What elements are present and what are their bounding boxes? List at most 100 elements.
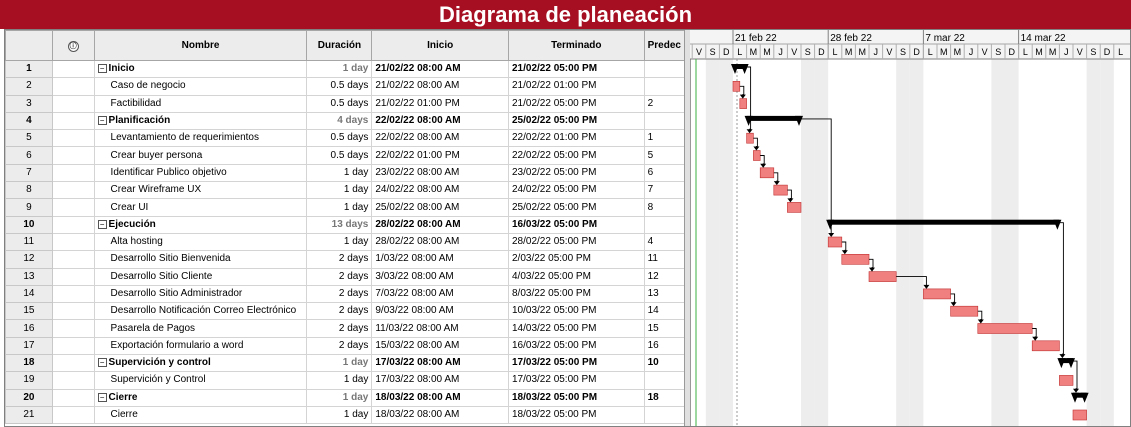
summary-task-row[interactable]: 10− Ejecución 13 days 28/02/22 08:00 AM 16/0… — [5, 215, 686, 234]
task-name-cell[interactable]: Desarrollo Sitio Administrador — [93, 284, 308, 304]
task-duration[interactable]: 2 days — [306, 319, 373, 338]
summary-task-row[interactable]: 20− Cierre 1 day 18/03/22 08:00 AM 18/03/22 … — [5, 388, 686, 407]
task-row[interactable]: 3 Factibilidad 0.5 days 21/02/22 01:00 PM 21… — [5, 94, 686, 113]
task-name-cell[interactable]: Alta hosting — [93, 232, 308, 252]
task-finish[interactable]: 18/03/22 05:00 PM — [507, 405, 645, 425]
task-name-cell[interactable]: Pasarela de Pagos — [93, 319, 308, 338]
collapse-toggle-icon[interactable]: − — [97, 115, 107, 125]
task-duration[interactable]: 2 days — [306, 302, 373, 321]
task-finish[interactable]: 21/02/22 05:00 PM — [507, 94, 645, 113]
task-finish[interactable]: 28/02/22 05:00 PM — [507, 232, 645, 252]
summary-task-row[interactable]: 4− Planificación 4 days 22/02/22 08:00 AM 25… — [5, 111, 686, 131]
task-name-cell[interactable]: − Inicio — [93, 59, 308, 79]
task-start[interactable]: 24/02/22 08:00 AM — [371, 181, 509, 200]
collapse-toggle-icon[interactable]: − — [97, 392, 107, 402]
task-row[interactable]: 15 Desarrollo Notificación Correo Electró… — [5, 302, 686, 321]
task-row[interactable]: 17 Exportación formulario a word 2 days 15/… — [5, 336, 686, 356]
task-predecessors[interactable]: 16 — [643, 336, 686, 356]
task-start[interactable]: 21/02/22 01:00 PM — [371, 94, 509, 113]
row-id[interactable]: 10 — [5, 215, 53, 234]
task-name-cell[interactable]: Exportación formulario a word — [93, 336, 308, 356]
task-start[interactable]: 28/02/22 08:00 AM — [371, 232, 509, 252]
task-predecessors[interactable]: 12 — [643, 267, 686, 286]
task-name-cell[interactable]: Supervición y Control — [93, 371, 308, 390]
task-row[interactable]: 2 Caso de negocio 0.5 days 21/02/22 08:00 A… — [5, 77, 686, 96]
task-start[interactable]: 22/02/22 08:00 AM — [371, 111, 509, 131]
task-predecessors[interactable]: 4 — [643, 232, 686, 252]
task-predecessors[interactable]: 8 — [643, 198, 686, 217]
task-start[interactable]: 28/02/22 08:00 AM — [371, 215, 509, 234]
task-start[interactable]: 18/03/22 08:00 AM — [371, 388, 509, 407]
task-predecessors[interactable]: 13 — [643, 284, 686, 304]
summary-task-row[interactable]: 1− Inicio 1 day 21/02/22 08:00 AM 21/02/22 0… — [5, 59, 686, 79]
col-header-id[interactable] — [5, 30, 53, 61]
row-id[interactable]: 12 — [5, 250, 53, 269]
row-id[interactable]: 17 — [5, 336, 53, 356]
task-start[interactable]: 7/03/22 08:00 AM — [371, 284, 509, 304]
task-name-cell[interactable]: Crear UI — [93, 198, 308, 217]
task-name-cell[interactable]: Levantamiento de requerimientos — [93, 129, 308, 148]
task-duration[interactable]: 2 days — [306, 250, 373, 269]
task-finish[interactable]: 14/03/22 05:00 PM — [507, 319, 645, 338]
col-header-finish[interactable]: Terminado — [507, 30, 645, 61]
task-finish[interactable]: 18/03/22 05:00 PM — [507, 388, 645, 407]
task-finish[interactable]: 24/02/22 05:00 PM — [507, 181, 645, 200]
task-predecessors[interactable]: 11 — [643, 250, 686, 269]
task-row[interactable]: 14 Desarrollo Sitio Administrador 2 days 7/… — [5, 284, 686, 304]
row-id[interactable]: 14 — [5, 284, 53, 304]
row-id[interactable]: 13 — [5, 267, 53, 286]
task-duration[interactable]: 1 day — [306, 163, 373, 183]
task-duration[interactable]: 1 day — [306, 59, 373, 79]
task-duration[interactable]: 4 days — [306, 111, 373, 131]
task-name-cell[interactable]: Crear Wireframe UX — [93, 181, 308, 200]
task-name-cell[interactable]: − Ejecución — [93, 215, 308, 234]
task-row[interactable]: 7 Identificar Publico objetivo 1 day 23/02/… — [5, 163, 686, 183]
task-name-cell[interactable]: Desarrollo Sitio Bienvenida — [93, 250, 308, 269]
task-name-cell[interactable]: Caso de negocio — [93, 77, 308, 96]
task-finish[interactable]: 2/03/22 05:00 PM — [507, 250, 645, 269]
row-id[interactable]: 2 — [5, 77, 53, 96]
task-name-cell[interactable]: Cierre — [93, 405, 308, 425]
task-start[interactable]: 11/03/22 08:00 AM — [371, 319, 509, 338]
task-start[interactable]: 17/03/22 08:00 AM — [371, 371, 509, 390]
task-row[interactable]: 21 Cierre 1 day 18/03/22 08:00 AM 18/03/22 0… — [5, 405, 686, 425]
task-start[interactable]: 22/02/22 08:00 AM — [371, 129, 509, 148]
task-finish[interactable]: 10/03/22 05:00 PM — [507, 302, 645, 321]
task-row[interactable]: 6 Crear buyer persona 0.5 days 22/02/22 01:… — [5, 146, 686, 165]
task-duration[interactable]: 0.5 days — [306, 94, 373, 113]
row-id[interactable]: 11 — [5, 232, 53, 252]
task-predecessors[interactable]: 10 — [643, 354, 686, 373]
task-predecessors[interactable]: 7 — [643, 181, 686, 200]
task-start[interactable]: 9/03/22 08:00 AM — [371, 302, 509, 321]
task-row[interactable]: 8 Crear Wireframe UX 1 day 24/02/22 08:00 A… — [5, 181, 686, 200]
task-start[interactable]: 25/02/22 08:00 AM — [371, 198, 509, 217]
task-name-cell[interactable]: Desarrollo Notificación Correo Electróni… — [93, 302, 308, 321]
task-predecessors[interactable] — [643, 215, 686, 234]
task-name-cell[interactable]: Desarrollo Sitio Cliente — [93, 267, 308, 286]
task-duration[interactable]: 1 day — [306, 405, 373, 425]
task-predecessors[interactable]: 1 — [643, 129, 686, 148]
task-finish[interactable]: 25/02/22 05:00 PM — [507, 111, 645, 131]
task-predecessors[interactable] — [643, 405, 686, 425]
task-predecessors[interactable]: 14 — [643, 302, 686, 321]
row-id[interactable]: 21 — [5, 405, 53, 425]
task-name-cell[interactable]: − Supervición y control — [93, 354, 308, 373]
row-id[interactable]: 20 — [5, 388, 53, 407]
task-duration[interactable]: 0.5 days — [306, 146, 373, 165]
row-id[interactable]: 6 — [5, 146, 53, 165]
task-duration[interactable]: 1 day — [306, 232, 373, 252]
task-predecessors[interactable]: 6 — [643, 163, 686, 183]
task-row[interactable]: 12 Desarrollo Sitio Bienvenida 2 days 1/03/… — [5, 250, 686, 269]
task-finish[interactable]: 23/02/22 05:00 PM — [507, 163, 645, 183]
col-header-predecessors[interactable]: Predec — [643, 30, 686, 61]
task-finish[interactable]: 21/02/22 01:00 PM — [507, 77, 645, 96]
collapse-toggle-icon[interactable]: − — [97, 64, 107, 73]
col-header-info[interactable]: ⓘ — [51, 30, 95, 61]
col-header-name[interactable]: Nombre — [93, 30, 308, 61]
task-name-cell[interactable]: − Planificación — [93, 111, 308, 131]
task-duration[interactable]: 13 days — [306, 215, 373, 234]
task-start[interactable]: 17/03/22 08:00 AM — [371, 354, 509, 373]
row-id[interactable]: 16 — [5, 319, 53, 338]
task-predecessors[interactable] — [643, 371, 686, 390]
task-row[interactable]: 5 Levantamiento de requerimientos 0.5 days… — [5, 129, 686, 148]
